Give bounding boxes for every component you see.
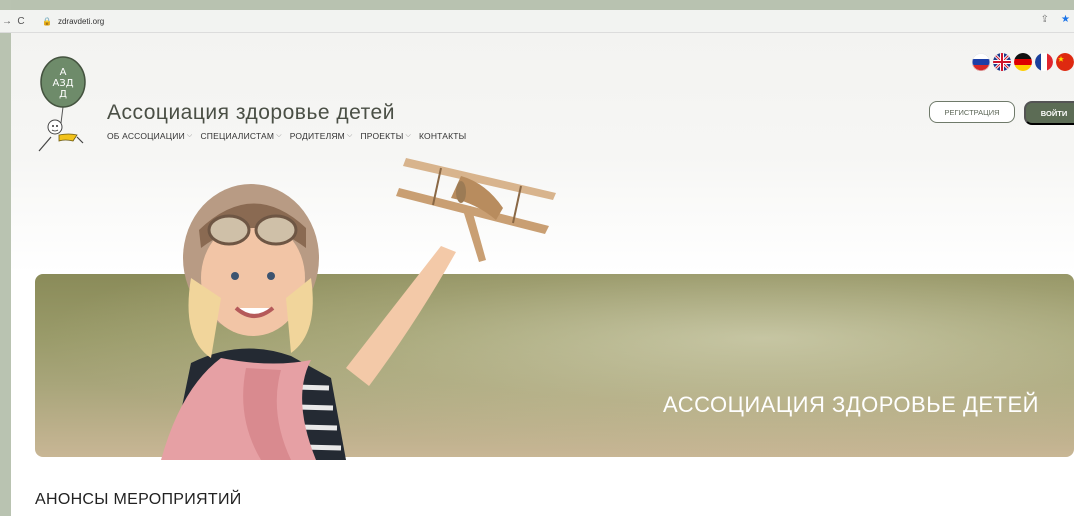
page: А АЗД Д Ассоциация здоровье детей ОБ АСС…	[11, 33, 1074, 516]
logo-letter-bottom: Д	[59, 89, 67, 100]
nav-item-parents[interactable]: РОДИТЕЛЯМ ⌵	[290, 131, 353, 141]
nav-item-contacts[interactable]: КОНТАКТЫ	[419, 131, 466, 141]
nav-item-label: КОНТАКТЫ	[418, 131, 467, 141]
toy-plane-icon	[396, 158, 556, 262]
flag-de-icon[interactable]	[1014, 53, 1032, 71]
nav-item-about[interactable]: ОБ АССОЦИАЦИИ ⌵	[107, 131, 192, 141]
browser-toolbar: → C 🔒 zdravdeti.org ⇪ ★	[0, 10, 1074, 33]
announcements-title: АНОНСЫ МЕРОПРИЯТИЙ	[35, 491, 242, 508]
site-logo[interactable]: А АЗД Д	[33, 55, 93, 155]
chevron-down-icon: ⌵	[346, 132, 353, 139]
back-icon[interactable]: →	[0, 14, 14, 28]
hero-title: АССОЦИАЦИЯ ЗДОРОВЬЕ ДЕТЕЙ	[663, 392, 1039, 417]
lock-icon: 🔒	[42, 16, 52, 26]
chevron-down-icon: ⌵	[276, 132, 282, 139]
logo-letter-middle: АЗД	[52, 78, 73, 89]
flag-ru-icon[interactable]	[972, 53, 990, 71]
main-navigation: ОБ АССОЦИАЦИИ ⌵ СПЕЦИАЛИСТАМ ⌵ РОДИТЕЛЯМ…	[107, 131, 466, 141]
site-title[interactable]: Ассоциация здоровье детей	[107, 101, 395, 125]
chevron-down-icon: ⌵	[186, 132, 193, 139]
login-button[interactable]: ВОЙТИ	[1024, 101, 1074, 125]
hero-image-child-with-plane	[161, 158, 556, 460]
language-switcher	[972, 53, 1074, 71]
reload-icon[interactable]: C	[14, 14, 28, 28]
nav-item-label: РОДИТЕЛЯМ	[289, 131, 345, 141]
nav-item-label: СПЕЦИАЛИСТАМ	[200, 131, 275, 141]
flag-zh-icon[interactable]	[1056, 53, 1074, 71]
flag-en-icon[interactable]	[993, 53, 1011, 71]
nav-item-specialists[interactable]: СПЕЦИАЛИСТАМ ⌵	[200, 131, 281, 141]
register-button[interactable]: РЕГИСТРАЦИЯ	[929, 101, 1015, 123]
flag-fr-icon[interactable]	[1035, 53, 1053, 71]
nav-item-label: ОБ АССОЦИАЦИИ	[107, 131, 185, 141]
bookmark-star-icon[interactable]: ★	[1061, 14, 1070, 25]
nav-item-label: ПРОЕКТЫ	[360, 131, 404, 141]
share-icon[interactable]: ⇪	[1041, 14, 1049, 25]
address-bar[interactable]: zdravdeti.org	[58, 17, 104, 26]
logo-letter-top: А	[60, 67, 67, 78]
chevron-down-icon: ⌵	[405, 132, 411, 139]
nav-item-projects[interactable]: ПРОЕКТЫ ⌵	[360, 131, 410, 141]
window-frame	[0, 0, 11, 516]
